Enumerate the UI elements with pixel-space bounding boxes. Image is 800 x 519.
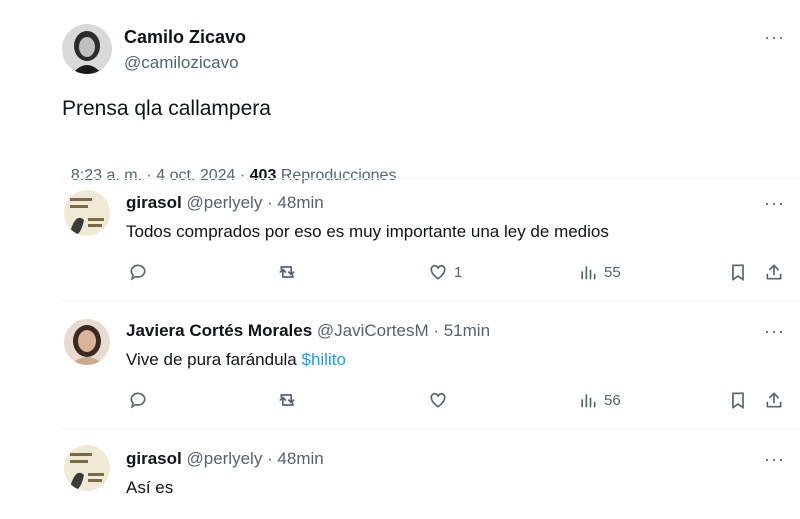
- reply-button[interactable]: [128, 262, 148, 282]
- bookmark-button[interactable]: [728, 390, 748, 410]
- views-icon: [581, 266, 596, 280]
- share-button[interactable]: [764, 262, 784, 282]
- more-icon[interactable]: ···: [764, 27, 785, 48]
- author-name[interactable]: Camilo Zicavo: [124, 27, 246, 48]
- retweet-button[interactable]: [276, 390, 298, 410]
- views-icon: [581, 394, 596, 408]
- bookmark-button[interactable]: [728, 262, 748, 282]
- post-timestamp[interactable]: 8:23 a. m. · 4 oct. 2024 ·: [71, 167, 250, 184]
- divider: [62, 178, 800, 179]
- reply-avatar[interactable]: [64, 445, 110, 491]
- reply-text: Todos comprados por eso es muy important…: [126, 222, 609, 241]
- reply-meta[interactable]: @perlyely · 48min: [186, 193, 323, 212]
- reply-meta[interactable]: @JaviCortesM · 51min: [317, 321, 490, 340]
- divider: [62, 300, 800, 301]
- like-icon: [430, 392, 446, 408]
- reply-author-name[interactable]: Javiera Cortés Morales: [126, 321, 312, 340]
- bookmark-icon: [732, 392, 744, 410]
- views-button[interactable]: 55: [578, 262, 621, 282]
- post-text: Prensa qla callampera: [62, 97, 271, 120]
- views-button[interactable]: 56: [578, 390, 621, 410]
- more-icon[interactable]: ···: [764, 321, 785, 342]
- bookmark-icon: [732, 264, 744, 282]
- reply-button[interactable]: [128, 390, 148, 410]
- author-handle[interactable]: @camilozicavo: [124, 53, 239, 73]
- share-button[interactable]: [764, 390, 784, 410]
- like-icon: [430, 264, 446, 280]
- more-icon[interactable]: ···: [764, 449, 785, 470]
- views-label: Reproducciones: [280, 167, 397, 184]
- reply-author-name[interactable]: girasol: [126, 193, 182, 212]
- reply-meta[interactable]: @perlyely · 48min: [186, 449, 323, 468]
- views-count: 403: [249, 167, 277, 184]
- reply-text: Así es: [126, 478, 174, 497]
- share-icon: [766, 392, 782, 408]
- author-avatar[interactable]: [62, 24, 112, 74]
- post-meta: 8:23 a. m. · 4 oct. 2024 · 403 Reproducc…: [62, 149, 397, 185]
- like-button[interactable]: 1: [428, 262, 462, 282]
- reply-avatar[interactable]: [64, 190, 110, 236]
- retweet-icon: [279, 394, 295, 406]
- retweet-icon: [279, 266, 295, 278]
- views-count: 56: [604, 391, 621, 409]
- views-count: 55: [604, 263, 621, 281]
- divider: [62, 428, 800, 429]
- reply-author-name[interactable]: girasol: [126, 449, 182, 468]
- retweet-button[interactable]: [276, 262, 298, 282]
- reply-header: girasol @perlyely · 48min: [126, 193, 324, 213]
- share-icon: [766, 264, 782, 280]
- reply-avatar[interactable]: [64, 319, 110, 365]
- reply-header: Javiera Cortés Morales @JaviCortesM · 51…: [126, 321, 490, 341]
- reply-header: girasol @perlyely · 48min: [126, 449, 324, 469]
- reply-icon: [130, 264, 146, 281]
- like-button[interactable]: [428, 390, 454, 410]
- reply-text-body: Vive de pura farándula: [126, 350, 302, 369]
- like-count: 1: [454, 263, 463, 281]
- reply-text: Vive de pura farándula $hilito: [126, 350, 346, 370]
- cashtag-link[interactable]: $hilito: [301, 350, 345, 369]
- more-icon[interactable]: ···: [764, 193, 785, 214]
- reply-icon: [130, 392, 146, 409]
